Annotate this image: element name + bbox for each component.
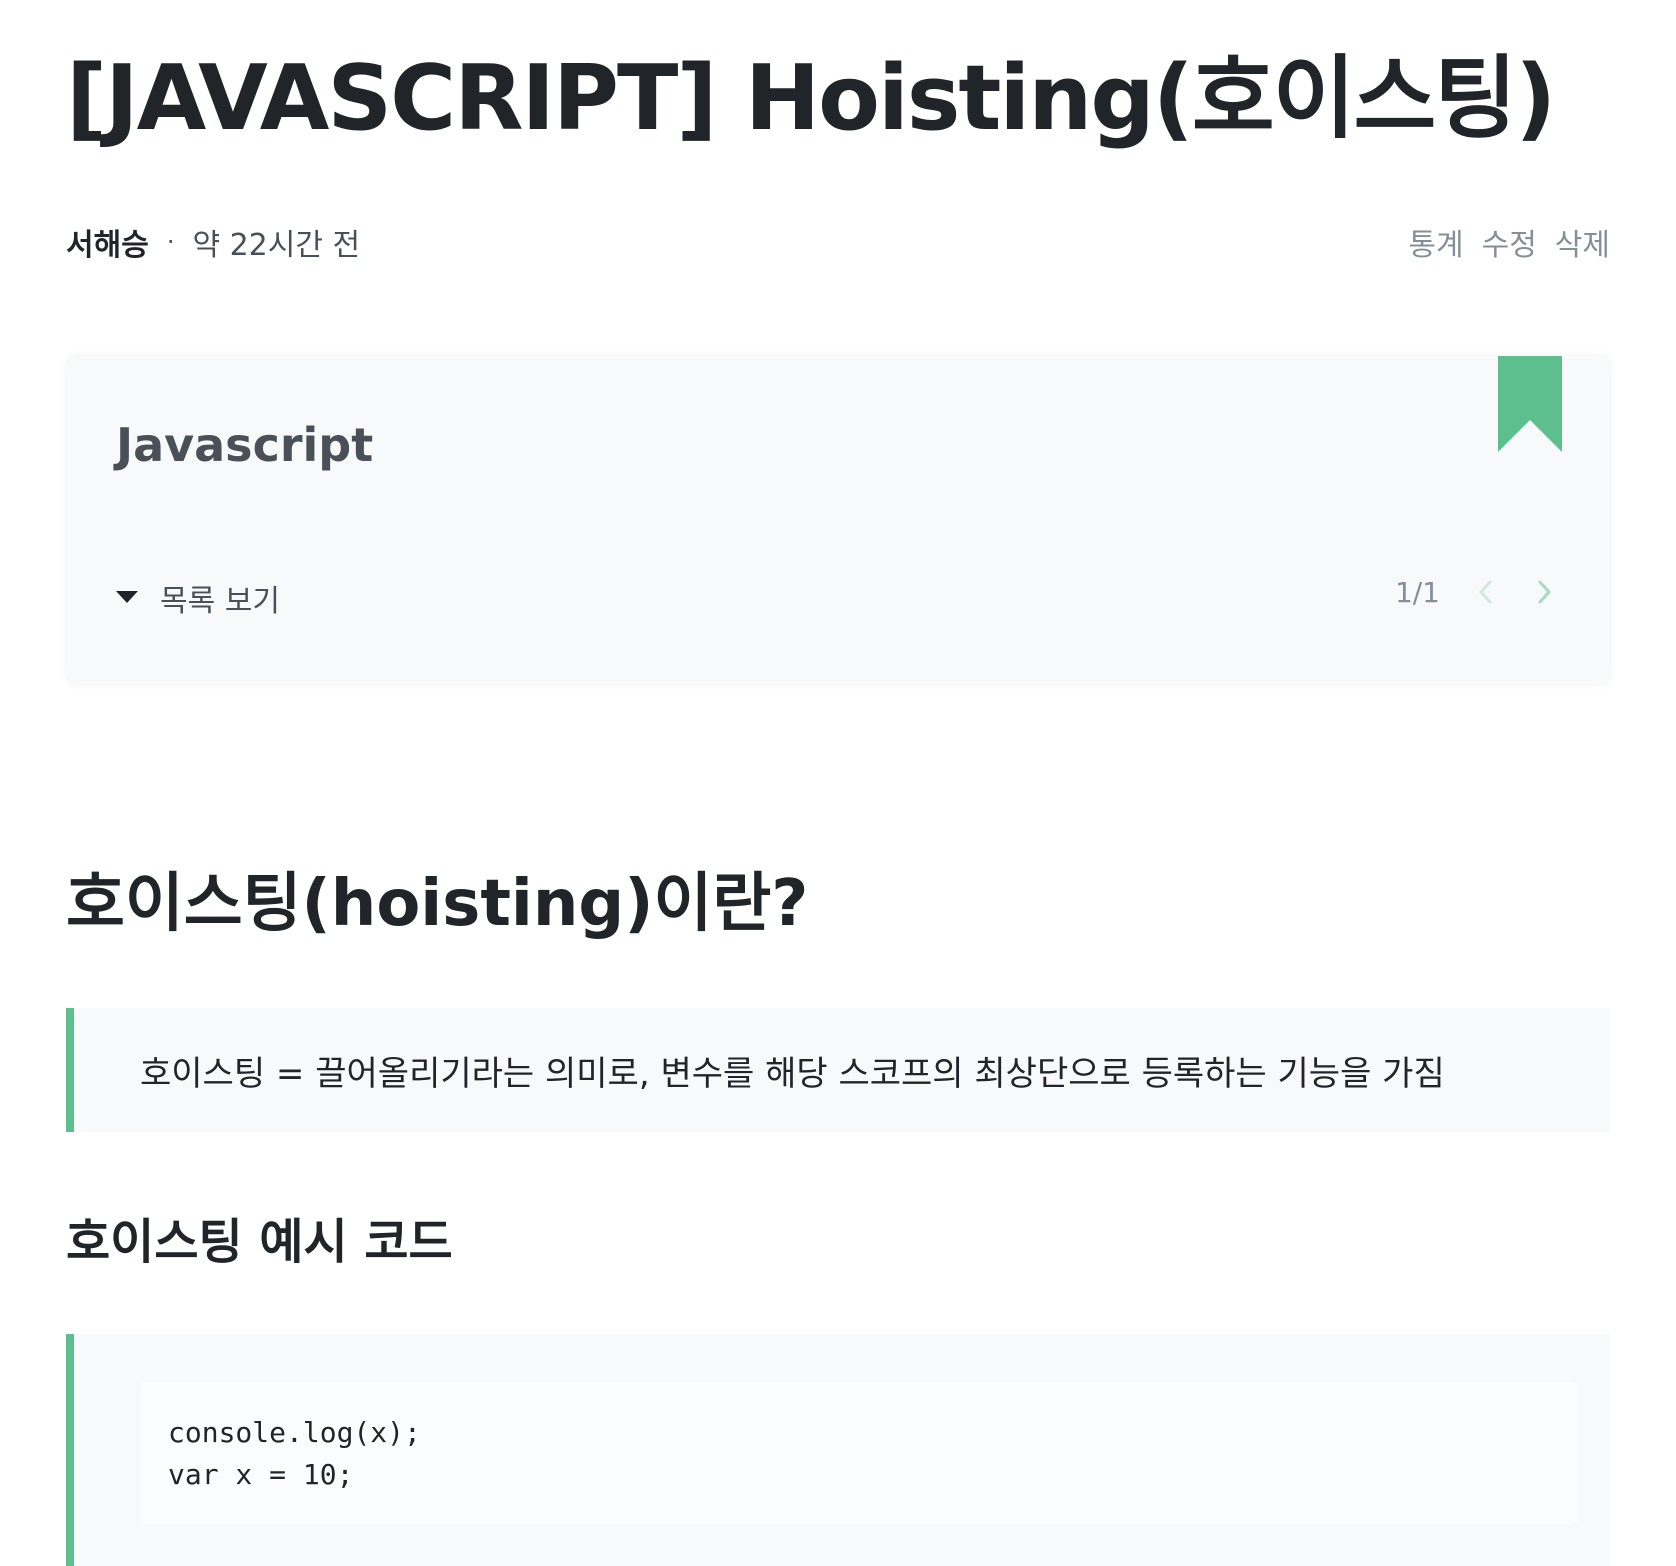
triangle-down-icon bbox=[116, 591, 138, 603]
chevron-right-icon bbox=[1538, 580, 1551, 604]
code-quote-block: console.log(x); var x = 10; bbox=[66, 1334, 1610, 1566]
meta-separator: · bbox=[166, 228, 175, 256]
toc-toggle-label: 목록 보기 bbox=[160, 584, 280, 619]
series-title[interactable]: Javascript bbox=[116, 418, 373, 472]
next-button[interactable] bbox=[1530, 574, 1560, 610]
code-line: console.log(x); bbox=[168, 1416, 421, 1449]
code-line: var x = 10; bbox=[168, 1458, 354, 1491]
code-block: console.log(x); var x = 10; bbox=[140, 1382, 1578, 1524]
series-box: Javascript 목록 보기 1/1 bbox=[66, 356, 1610, 684]
definition-quote: 호이스팅 = 끌어올리기라는 의미로, 변수를 해당 스코프의 최상단으로 등록… bbox=[66, 1008, 1610, 1132]
toc-toggle[interactable]: 목록 보기 bbox=[116, 576, 280, 620]
code-example-heading: 호이스팅 예시 코드 bbox=[66, 1214, 453, 1270]
series-page-count: 1/1 bbox=[1394, 575, 1440, 609]
delete-button[interactable]: 삭제 bbox=[1555, 220, 1610, 264]
edit-button[interactable]: 수정 bbox=[1482, 220, 1537, 264]
bookmark-icon bbox=[1498, 356, 1562, 452]
stats-button[interactable]: 통계 bbox=[1408, 220, 1463, 264]
post-title: [JAVASCRIPT] Hoisting(호이스팅) bbox=[66, 46, 1556, 151]
section-heading: 호이스팅(hoisting)이란? bbox=[66, 867, 809, 941]
quote-text: 호이스팅 = 끌어올리기라는 의미로, 변수를 해당 스코프의 최상단으로 등록… bbox=[140, 1053, 1445, 1094]
post-meta: 서해승 · 약 22시간 전 통계 수정 삭제 bbox=[66, 220, 1610, 264]
chevron-left-icon bbox=[1479, 580, 1492, 604]
post-time: 약 22시간 전 bbox=[192, 228, 361, 263]
post-actions: 통계 수정 삭제 bbox=[1408, 220, 1610, 264]
series-pager: 1/1 bbox=[1395, 574, 1560, 610]
author-name[interactable]: 서해승 bbox=[66, 220, 149, 264]
prev-button[interactable] bbox=[1470, 574, 1500, 610]
